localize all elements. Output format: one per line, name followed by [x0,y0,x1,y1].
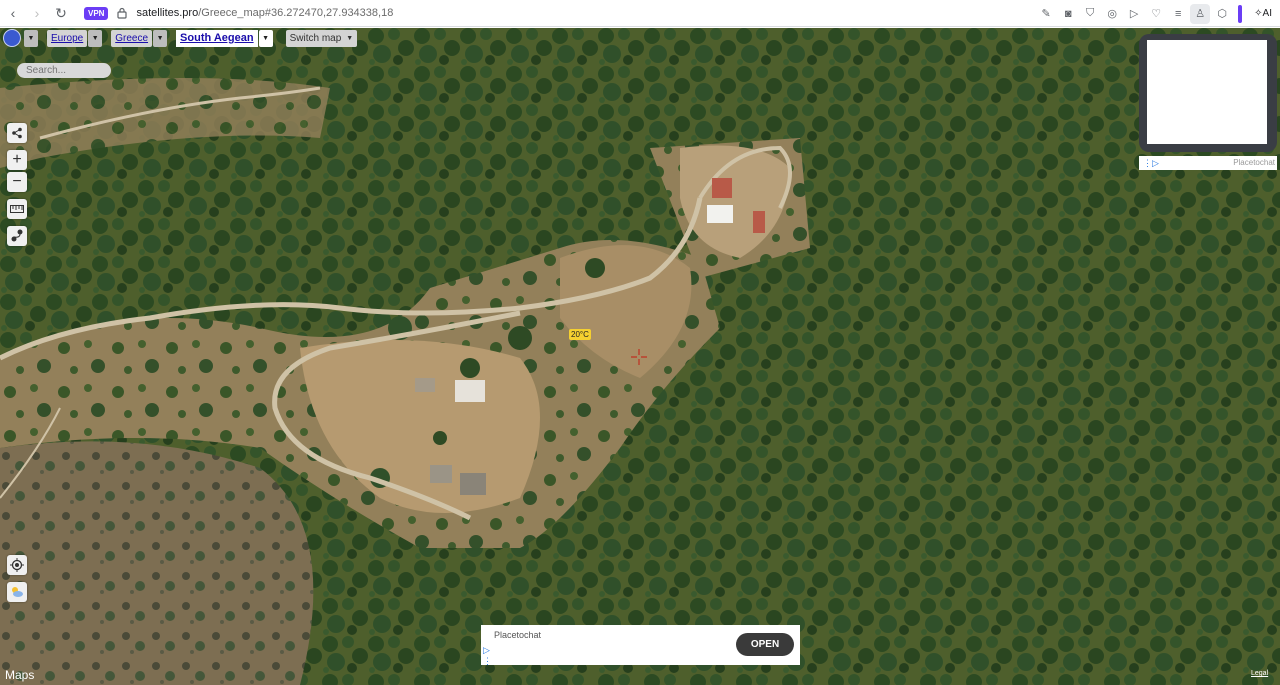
zoom-in-button[interactable]: + [7,150,27,170]
temperature-label[interactable]: 20°C [569,329,591,340]
menu-icon[interactable]: ≡ [1168,4,1188,24]
country-link[interactable]: Greece [115,33,148,44]
my-location-icon[interactable] [7,555,27,575]
share-icon[interactable] [7,123,27,143]
ai-label: AI [1262,8,1272,19]
map-toolbar: ▼ Europe ▼ Greece ▼ South Aegean ▼ Switc… [0,28,358,48]
maps-logo-text: Maps [5,668,35,682]
region-link[interactable]: South Aegean [176,29,258,47]
cube-icon[interactable]: ⬡ [1212,4,1232,24]
ad-device-frame [1139,34,1277,152]
bottom-ad-brand: Placetochat [494,630,542,640]
lock-icon[interactable] [116,7,128,19]
bottom-ad[interactable]: Placetochat OPEN ▷ ⋮ [481,625,800,667]
ad-screen [1147,40,1267,144]
sidebar-indicator [1238,4,1243,23]
ai-button[interactable]: ✧AI [1254,8,1272,19]
maps-logo: Maps [5,668,34,682]
camera-icon[interactable]: ◙ [1058,4,1078,24]
browser-toolbar: ‹ › ↻ VPN satellites.pro/Greece_map#36.2… [0,0,1280,27]
edit-icon[interactable]: ✎ [1036,4,1056,24]
address-bar[interactable]: satellites.pro/Greece_map#36.272470,27.9… [136,7,393,19]
url-path: /Greece_map#36.272470,27.934338,18 [198,7,394,19]
globe-icon[interactable] [3,29,21,47]
zoom-out-button[interactable]: − [7,172,27,192]
right-ad[interactable]: Placetochat ⋮▷ [1139,34,1277,170]
open-button[interactable]: OPEN [736,633,794,656]
switch-map-caret-icon: ▼ [346,34,354,42]
search-input[interactable] [17,63,111,78]
shield-icon[interactable]: ⛉ [1080,4,1100,24]
legal-link[interactable]: Legal [1251,670,1268,677]
satellite-map[interactable]: ▼ Europe ▼ Greece ▼ South Aegean ▼ Switc… [0,28,1280,685]
right-ad-brand[interactable]: Placetochat [1139,156,1277,170]
play-icon[interactable]: ▷ [1124,4,1144,24]
reload-icon[interactable]: ↻ [50,2,72,24]
country-caret-icon[interactable]: ▼ [153,29,168,47]
continent-caret-icon[interactable]: ▼ [88,29,103,47]
forward-icon[interactable]: › [26,2,48,24]
vpn-badge[interactable]: VPN [84,6,109,20]
continent-link[interactable]: Europe [51,33,83,44]
profile-icon[interactable]: ♙ [1190,3,1211,24]
url-domain: satellites.pro [136,7,199,19]
country-dropdown[interactable]: Greece [111,29,153,47]
ad-choices-icon[interactable]: ⋮▷ [1143,158,1159,169]
switch-map-button[interactable]: Switch map ▼ [285,29,358,47]
weather-icon[interactable] [7,582,27,602]
region-caret-icon[interactable]: ▼ [258,29,273,47]
route-icon[interactable] [7,226,27,246]
continent-dropdown[interactable]: Europe [47,29,88,47]
switch-map-label: Switch map [289,32,342,44]
translate-icon[interactable]: ◎ [1102,4,1122,24]
crosshair-icon [631,349,647,365]
globe-caret[interactable]: ▼ [24,29,38,47]
ad-choices-icon[interactable]: ▷ ⋮ [483,645,492,667]
heart-icon[interactable]: ♡ [1146,4,1166,24]
back-icon[interactable]: ‹ [2,2,24,24]
ruler-icon[interactable] [7,199,27,219]
